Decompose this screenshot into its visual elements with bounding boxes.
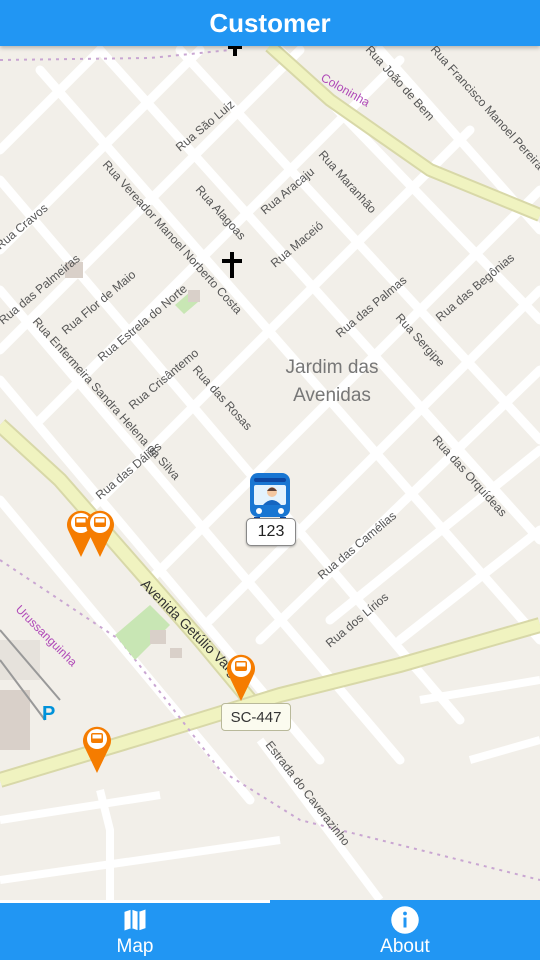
street-label: Rua Cravos <box>0 201 50 252</box>
street-label: Rua das Camélias <box>315 509 399 583</box>
tab-map[interactable]: Map <box>0 900 270 960</box>
street-label: Rua Maceió <box>268 218 326 270</box>
district-label-urussanguinha: Urussanguinha <box>13 602 80 669</box>
street-label: Rua Maranhão <box>316 148 380 217</box>
street-label: Rua Enfermeira Sandra Helena da Silva <box>30 315 183 483</box>
tab-map-label: Map <box>116 936 154 957</box>
street-label: Rua das Orquídeas <box>430 433 510 520</box>
bus-stop-pin-icon[interactable] <box>82 506 118 558</box>
street-label: Rua dos Lírios <box>323 590 391 650</box>
street-label: Rua das Dálias <box>93 439 164 502</box>
church-icon <box>222 252 242 278</box>
bus-stop-pin-icon[interactable] <box>223 650 259 702</box>
district-label-line2: Avenidas <box>293 385 371 406</box>
street-label: Estrada do Caverazinho <box>263 738 353 848</box>
street-label: Rua Crisântemo <box>126 346 202 413</box>
road-shield: SC-447 <box>221 703 291 731</box>
app-header: Customer <box>0 0 540 46</box>
district-label-coloninha: Coloninha <box>319 70 373 109</box>
bus-avatar-icon[interactable] <box>246 472 296 522</box>
map-view[interactable]: Rua São Luiz Rua Aracaju Rua Maranhão Ru… <box>0 46 540 900</box>
page-title: Customer <box>209 7 331 38</box>
tab-about-label: About <box>380 936 430 957</box>
info-icon <box>390 905 420 935</box>
street-label: Rua Alagoas <box>193 183 249 243</box>
street-label: Rua Francisco Manoel Pereira <box>428 46 540 173</box>
bus-stop-pin-icon[interactable] <box>79 722 115 774</box>
church-icon <box>228 46 242 56</box>
street-label: Rua São Luiz <box>173 97 237 154</box>
street-label: Rua das Palmas <box>333 273 409 340</box>
bottom-tab-bar: Map About <box>0 900 540 960</box>
district-label-line1: Jardim das <box>286 357 379 378</box>
street-label: Rua das Begônias <box>433 251 517 325</box>
parking-icon: P <box>42 703 55 725</box>
bus-number-label: 123 <box>246 518 296 546</box>
tab-about[interactable]: About <box>270 900 540 960</box>
street-label: Rua Aracaju <box>258 165 317 218</box>
street-label: Rua das Rosas <box>190 363 255 433</box>
street-label: Rua João de Bem <box>363 46 438 123</box>
map-icon <box>120 905 150 935</box>
